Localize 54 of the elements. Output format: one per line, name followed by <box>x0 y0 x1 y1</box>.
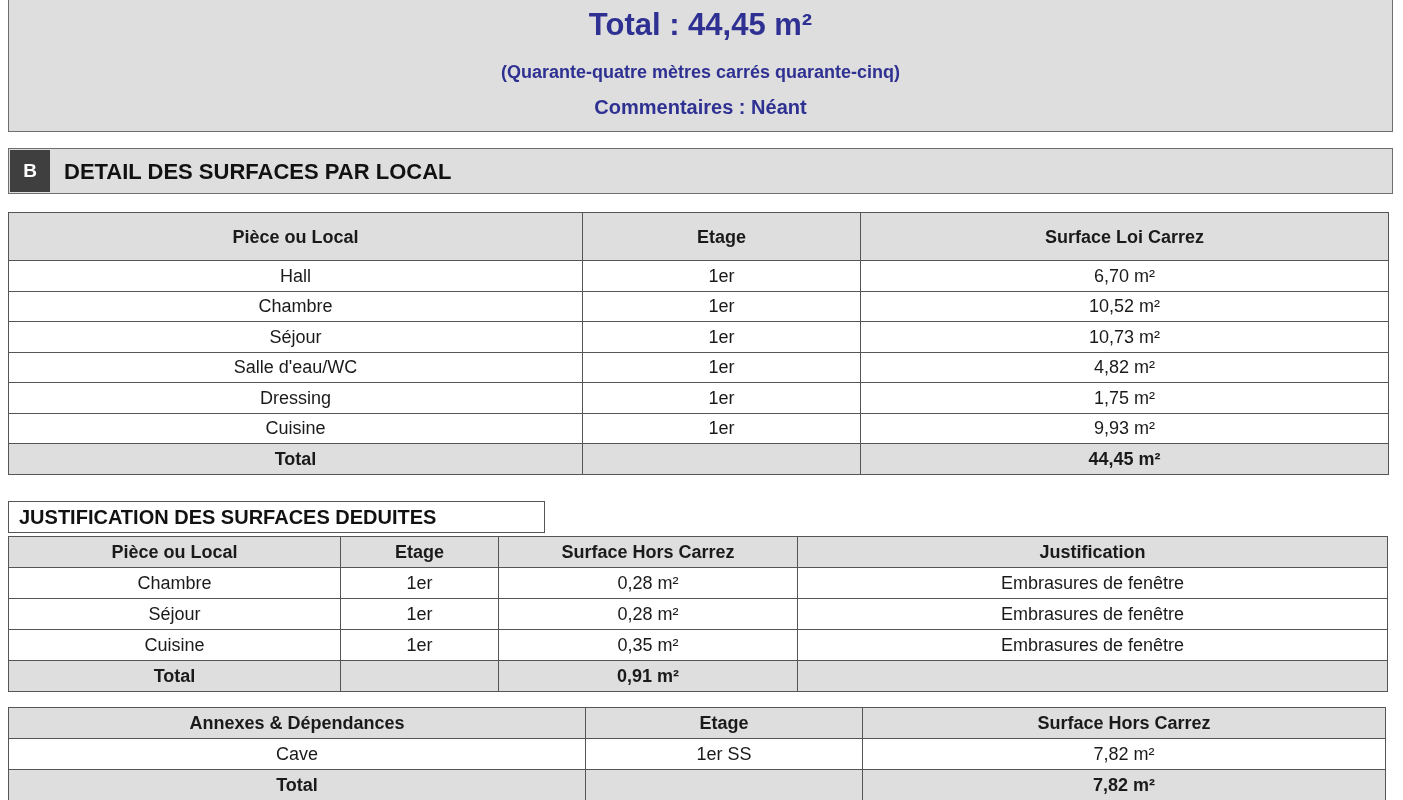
table-cell: 10,73 m² <box>860 321 1389 352</box>
table-cell: Dressing <box>8 382 583 413</box>
table-cell: 1er <box>582 352 861 383</box>
column-header: Surface Loi Carrez <box>860 212 1389 261</box>
column-header: Annexes & Dépendances <box>8 707 586 738</box>
total-label-cell: Total <box>8 443 583 474</box>
total-area-heading: Total : 44,45 m² <box>588 7 813 43</box>
table-cell: Embrasures de fenêtre <box>797 629 1388 660</box>
total-area-in-words: (Quarante-quatre mètres carrés quarante-cinq) <box>500 61 901 83</box>
table-cell: Chambre <box>8 567 341 598</box>
column-header: Justification <box>797 536 1388 567</box>
table-cell: Hall <box>8 260 583 291</box>
table-cell: Séjour <box>8 598 341 629</box>
table-cell: 7,82 m² <box>862 738 1386 769</box>
table-cell: 0,28 m² <box>498 567 798 598</box>
table-cell: 0,28 m² <box>498 598 798 629</box>
total-label-cell: Total <box>8 660 341 691</box>
table-cell: Embrasures de fenêtre <box>797 567 1388 598</box>
table-cell: 10,52 m² <box>860 291 1389 322</box>
table-cell: 1er <box>582 382 861 413</box>
table-cell: Cuisine <box>8 413 583 444</box>
table-cell: 1er <box>582 291 861 322</box>
section-title: DETAIL DES SURFACES PAR LOCAL <box>64 157 452 186</box>
column-header: Etage <box>340 536 499 567</box>
total-value-cell: 44,45 m² <box>860 443 1389 474</box>
table-cell: Salle d'eau/WC <box>8 352 583 383</box>
column-header: Surface Hors Carrez <box>862 707 1386 738</box>
table-cell: 1er SS <box>585 738 863 769</box>
table-cell: 1er <box>582 321 861 352</box>
table-cell: 1er <box>582 260 861 291</box>
table-cell: 1er <box>582 413 861 444</box>
column-header: Surface Hors Carrez <box>498 536 798 567</box>
table-cell: Cuisine <box>8 629 341 660</box>
table-cell: 9,93 m² <box>860 413 1389 444</box>
comments-text: Commentaires : Néant <box>594 95 807 119</box>
column-header: Pièce ou Local <box>8 536 341 567</box>
table-cell: Séjour <box>8 321 583 352</box>
table-cell: Cave <box>8 738 586 769</box>
total-label-cell: Total <box>8 769 586 800</box>
column-header: Pièce ou Local <box>8 212 583 261</box>
table-cell: 4,82 m² <box>860 352 1389 383</box>
total-value-cell: 0,91 m² <box>498 660 798 691</box>
table-cell: Embrasures de fenêtre <box>797 598 1388 629</box>
table-cell: 6,70 m² <box>860 260 1389 291</box>
table-cell: 1,75 m² <box>860 382 1389 413</box>
table-cell: 1er <box>340 629 499 660</box>
table-cell: 1er <box>340 567 499 598</box>
column-header: Etage <box>585 707 863 738</box>
table-cell: 1er <box>340 598 499 629</box>
section-letter-badge: B <box>10 150 50 192</box>
table-cell: Chambre <box>8 291 583 322</box>
table-title: JUSTIFICATION DES SURFACES DEDUITES <box>8 500 545 533</box>
table-cell: 0,35 m² <box>498 629 798 660</box>
column-header: Etage <box>582 212 861 261</box>
